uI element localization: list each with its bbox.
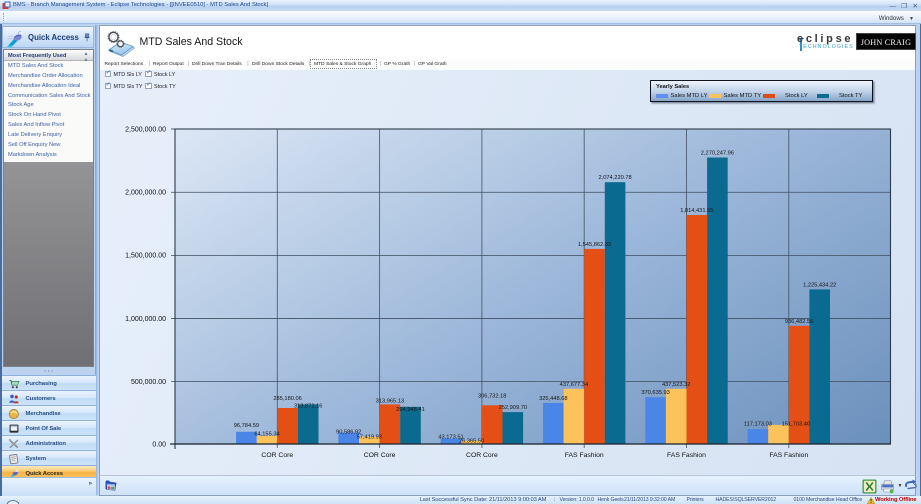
svg-text:2,074,220.78: 2,074,220.78: [598, 175, 631, 181]
svg-text:325,448.68: 325,448.68: [539, 396, 567, 402]
svg-text:1,545,862.33: 1,545,862.33: [578, 242, 611, 248]
svg-text:285,180.06: 285,180.06: [273, 396, 301, 402]
svg-text:57,419.93: 57,419.93: [357, 435, 382, 441]
svg-text:370,635.93: 370,635.93: [641, 390, 669, 396]
svg-text:64,155.34: 64,155.34: [254, 432, 279, 438]
svg-text:1,814,431.55: 1,814,431.55: [680, 208, 713, 214]
svg-text:2,500,000.00: 2,500,000.00: [125, 126, 166, 133]
svg-text:2,000,000.00: 2,000,000.00: [125, 190, 166, 197]
svg-text:COR Core: COR Core: [466, 452, 498, 459]
svg-text:FAS Fashion: FAS Fashion: [565, 452, 604, 459]
svg-text:FAS Fashion: FAS Fashion: [769, 452, 808, 459]
svg-text:294,948.41: 294,948.41: [396, 407, 424, 413]
svg-text:0.00: 0.00: [152, 441, 166, 448]
svg-text:COR Core: COR Core: [364, 452, 396, 459]
svg-text:313,872.16: 313,872.16: [294, 404, 322, 410]
svg-text:313,965.13: 313,965.13: [376, 398, 404, 404]
svg-text:FAS Fashion: FAS Fashion: [667, 452, 706, 459]
svg-text:252,909.70: 252,909.70: [499, 405, 527, 411]
svg-text:2,270,247.96: 2,270,247.96: [701, 151, 734, 157]
svg-text:1,225,434.22: 1,225,434.22: [803, 282, 836, 288]
svg-text:437,523.32: 437,523.32: [662, 382, 690, 388]
svg-text:1,000,000.00: 1,000,000.00: [125, 316, 166, 323]
svg-text:500,000.00: 500,000.00: [131, 379, 166, 386]
svg-text:117,173.03: 117,173.03: [744, 421, 772, 427]
svg-text:COR Core: COR Core: [261, 452, 293, 459]
svg-text:936,482.56: 936,482.56: [785, 319, 813, 325]
svg-text:306,732.18: 306,732.18: [478, 394, 506, 400]
svg-text:151,703.40: 151,703.40: [782, 421, 810, 427]
svg-text:96,784.59: 96,784.59: [234, 423, 259, 429]
svg-text:1,500,000.00: 1,500,000.00: [125, 253, 166, 260]
svg-text:437,677.34: 437,677.34: [560, 382, 588, 388]
